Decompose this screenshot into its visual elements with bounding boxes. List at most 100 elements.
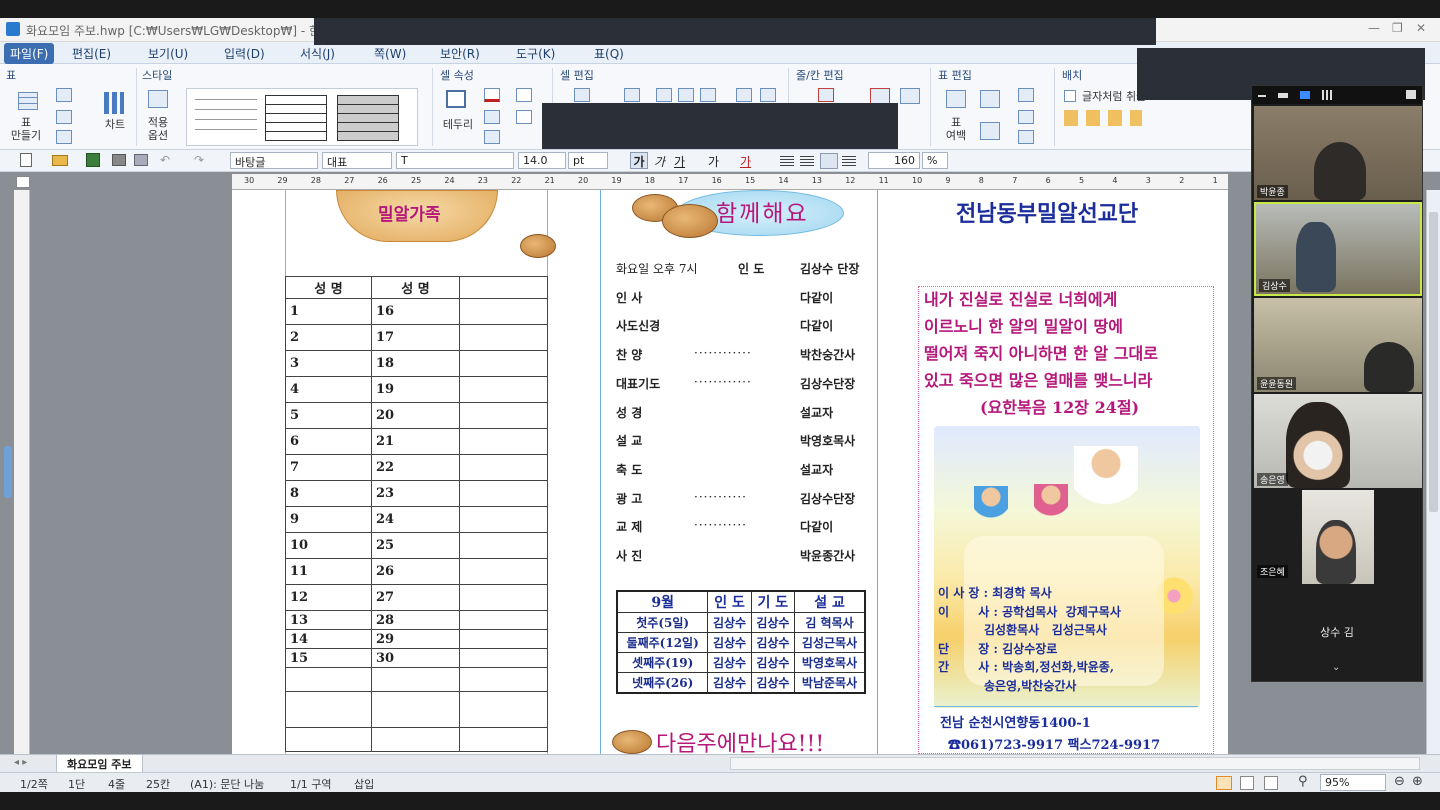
menu-view[interactable]: 보기(U) [148,45,188,62]
font-select[interactable]: T [396,152,514,169]
wrap-option-icons[interactable] [1064,110,1142,126]
blank-cell[interactable] [371,691,460,728]
tab-nav-icon[interactable]: ◂ ▸ [14,757,27,768]
member-number-cell[interactable]: 15 [285,648,372,668]
member-number-cell[interactable]: 27 [371,584,460,611]
print-icon[interactable] [112,154,126,166]
chevron-down-icon[interactable]: ⌄ [1332,662,1340,673]
column-grid-icon[interactable] [900,88,920,104]
member-number-cell[interactable]: 26 [371,558,460,585]
member-number-cell[interactable]: 6 [285,428,372,455]
font-lang-select[interactable]: 대표 [322,152,392,169]
style-select[interactable]: 바탕글 [230,152,318,169]
gallery-view-icon[interactable] [1322,90,1332,100]
schedule-cell[interactable]: 김상수 [750,612,796,633]
member-blank-cell[interactable] [459,648,548,668]
member-number-cell[interactable]: 17 [371,324,460,351]
document-page[interactable]: 밀알가족 성 명성 명 1 16 2 17 3 18 4 19 5 20 6 21 7 22 8 23 9 24 10… [232,190,1228,754]
align-center-icon[interactable] [820,153,838,169]
schedule-cell[interactable]: 박영호목사 [794,652,866,673]
zoom-select[interactable]: 95% [1320,774,1386,791]
member-blank-cell[interactable] [459,324,548,351]
member-number-cell[interactable]: 5 [285,402,372,429]
italic-button[interactable]: 가 [654,153,665,170]
apply-options-icon[interactable] [148,90,168,108]
member-number-cell[interactable]: 29 [371,629,460,649]
zoom-out-icon[interactable]: ⊖ [1394,774,1405,789]
member-number-cell[interactable]: 16 [371,298,460,325]
zoom-icon[interactable]: ⚲ [1298,774,1308,789]
table-margin-icon[interactable] [946,90,966,108]
new-doc-icon[interactable] [20,153,32,167]
schedule-header-cell[interactable]: 설 교 [794,590,866,613]
font-size-input[interactable]: 14.0 [518,152,566,169]
member-number-cell[interactable]: 18 [371,350,460,377]
table-style-icon[interactable] [56,88,72,102]
member-blank-cell[interactable] [459,584,548,611]
member-number-cell[interactable]: 1 [285,298,372,325]
member-blank-cell[interactable] [459,376,548,403]
schedule-cell[interactable]: 김상수 [707,612,752,633]
underline-button[interactable]: 가 [674,153,685,170]
fill-color-icon[interactable] [484,110,500,124]
schedule-cell[interactable]: 김상수 [750,632,796,653]
member-number-cell[interactable]: 14 [285,629,372,649]
schedule-cell[interactable]: 김상수 [707,632,752,653]
menu-format[interactable]: 서식(J) [300,45,335,62]
blank-cell[interactable] [285,691,372,728]
menu-page[interactable]: 쪽(W) [374,45,406,62]
table-grid-icon[interactable] [18,92,38,110]
preview-icon[interactable] [134,154,148,166]
participant-tile[interactable]: 김상수 [1254,202,1422,296]
member-number-cell[interactable]: 4 [285,376,372,403]
cell-e-icon[interactable] [760,88,776,102]
member-number-cell[interactable]: 24 [371,506,460,533]
minimize-button[interactable]: — [1368,21,1380,35]
font-unit-select[interactable]: pt [568,152,608,169]
participant-tile[interactable]: 송은영 [1254,394,1422,488]
cell-d-icon[interactable] [736,88,752,102]
header-blank-cell[interactable] [459,276,548,299]
schedule-cell[interactable]: 김성근목사 [794,632,866,653]
member-blank-cell[interactable] [459,428,548,455]
style-dark[interactable] [337,95,399,141]
schedule-cell[interactable]: 넷째주(26) [616,672,709,693]
blank-cell[interactable] [459,727,548,752]
insert-row-icon[interactable] [818,88,834,102]
cell-b-icon[interactable] [678,88,694,102]
side-handle[interactable] [4,446,12,498]
apply-options-button[interactable]: 적용 옵션 [140,116,176,142]
schedule-header-cell[interactable]: 기 도 [750,590,796,613]
member-number-cell[interactable]: 19 [371,376,460,403]
style-grid[interactable] [265,95,327,141]
member-number-cell[interactable]: 21 [371,428,460,455]
line-weight-icon[interactable] [516,110,532,124]
blank-cell[interactable] [459,667,548,692]
table-drop-icon[interactable] [56,130,72,144]
member-blank-cell[interactable] [459,454,548,481]
member-number-cell[interactable]: 20 [371,402,460,429]
table-props3-icon[interactable] [1018,130,1034,144]
redo-icon[interactable]: ↷ [194,153,204,167]
line-spacing-input[interactable]: 160 [868,152,920,169]
schedule-cell[interactable]: 김상수 [707,652,752,673]
header-name-cell[interactable]: 성 명 [285,276,372,299]
member-blank-cell[interactable] [459,629,548,649]
schedule-cell[interactable]: 김 혁목사 [794,612,866,633]
member-number-cell[interactable]: 11 [285,558,372,585]
member-blank-cell[interactable] [459,480,548,507]
member-number-cell[interactable]: 2 [285,324,372,351]
vertical-scrollbar[interactable] [1426,190,1440,754]
view-normal-icon[interactable] [1216,776,1232,790]
member-number-cell[interactable]: 23 [371,480,460,507]
speaker-view-icon[interactable] [1300,91,1310,99]
cell-c-icon[interactable] [700,88,716,102]
menu-insert[interactable]: 입력(D) [224,45,265,62]
bold-button[interactable]: 가 [630,152,648,169]
table-props2-icon[interactable] [1018,110,1034,124]
menu-security[interactable]: 보안(R) [440,45,480,62]
member-blank-cell[interactable] [459,350,548,377]
close-button[interactable]: ✕ [1416,21,1426,35]
line-type-icon[interactable] [516,88,532,102]
participant-tile[interactable]: 조은혜 [1254,490,1422,584]
